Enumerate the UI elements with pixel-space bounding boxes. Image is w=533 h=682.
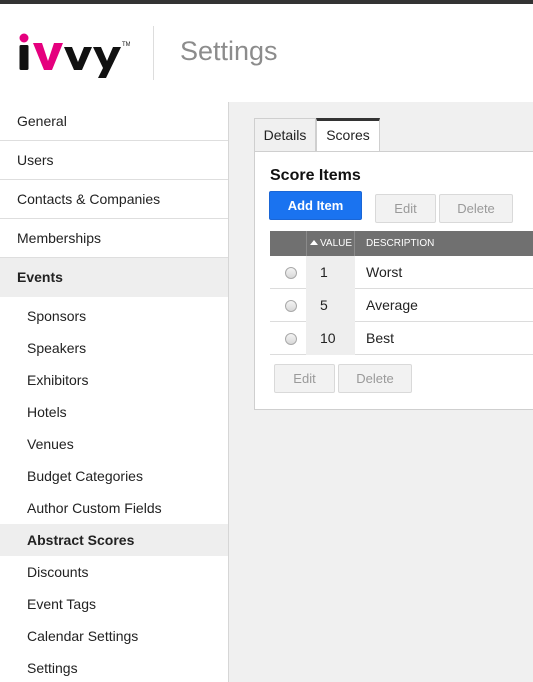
tab-details[interactable]: Details [254, 118, 316, 152]
description-cell: Worst [366, 264, 403, 280]
sidebar-subitem-settings[interactable]: Settings [0, 652, 228, 682]
sidebar-subitem-event-tags[interactable]: Event Tags [0, 588, 228, 620]
sidebar-subitem-author-custom-fields[interactable]: Author Custom Fields [0, 492, 228, 524]
score-items-heading: Score Items [270, 167, 361, 184]
table-row[interactable]: 1 Worst [270, 256, 533, 289]
row-select-cell [270, 322, 306, 355]
sidebar-subitem-calendar-settings[interactable]: Calendar Settings [0, 620, 228, 652]
sidebar-item-general[interactable]: General [0, 102, 228, 141]
add-item-button[interactable]: Add Item [269, 191, 362, 220]
table-header: VALUE DESCRIPTION [270, 231, 533, 256]
select-column-header [270, 231, 306, 256]
sidebar-item-memberships[interactable]: Memberships [0, 219, 228, 258]
delete-button-top[interactable]: Delete [439, 194, 513, 223]
tab-scores[interactable]: Scores [316, 118, 380, 152]
sidebar-item-events[interactable]: Events [0, 258, 228, 297]
row-radio[interactable] [285, 333, 297, 345]
value-cell: 1 [306, 256, 355, 289]
score-items-table: VALUE DESCRIPTION 1 Worst 5 Average 10 B… [270, 231, 533, 355]
row-select-cell [270, 256, 306, 289]
value-cell: 10 [306, 322, 355, 355]
sidebar-item-contacts-companies[interactable]: Contacts & Companies [0, 180, 228, 219]
table-row[interactable]: 5 Average [270, 289, 533, 322]
sidebar-subitem-exhibitors[interactable]: Exhibitors [0, 364, 228, 396]
sidebar-item-users[interactable]: Users [0, 141, 228, 180]
row-radio[interactable] [285, 267, 297, 279]
sidebar-subitem-budget-categories[interactable]: Budget Categories [0, 460, 228, 492]
delete-button-bottom[interactable]: Delete [338, 364, 412, 393]
description-cell: Average [366, 297, 418, 313]
column-header-value[interactable]: VALUE [306, 231, 355, 256]
ivvy-logo[interactable]: TM [18, 30, 131, 78]
svg-text:TM: TM [122, 42, 130, 48]
scores-panel: Score Items Add Item Edit Delete VALUE D… [254, 151, 533, 410]
value-cell: 5 [306, 289, 355, 322]
header-divider [153, 26, 154, 80]
column-header-value-label: VALUE [320, 238, 353, 249]
settings-sidebar: General Users Contacts & Companies Membe… [0, 102, 229, 682]
table-row[interactable]: 10 Best [270, 322, 533, 355]
sidebar-subitem-abstract-scores[interactable]: Abstract Scores [0, 524, 228, 556]
sidebar-subitem-hotels[interactable]: Hotels [0, 396, 228, 428]
sidebar-subitem-discounts[interactable]: Discounts [0, 556, 228, 588]
row-radio[interactable] [285, 300, 297, 312]
column-header-description[interactable]: DESCRIPTION [355, 231, 533, 256]
edit-button-top[interactable]: Edit [375, 194, 436, 223]
row-select-cell [270, 289, 306, 322]
edit-button-bottom[interactable]: Edit [274, 364, 335, 393]
sort-ascending-icon [310, 240, 318, 245]
description-cell: Best [366, 330, 395, 346]
page-title: Settings [180, 36, 278, 66]
sidebar-subitem-speakers[interactable]: Speakers [0, 332, 228, 364]
sidebar-subitem-sponsors[interactable]: Sponsors [0, 300, 228, 332]
sidebar-subitem-venues[interactable]: Venues [0, 428, 228, 460]
app-header: TM Settings [0, 4, 533, 102]
